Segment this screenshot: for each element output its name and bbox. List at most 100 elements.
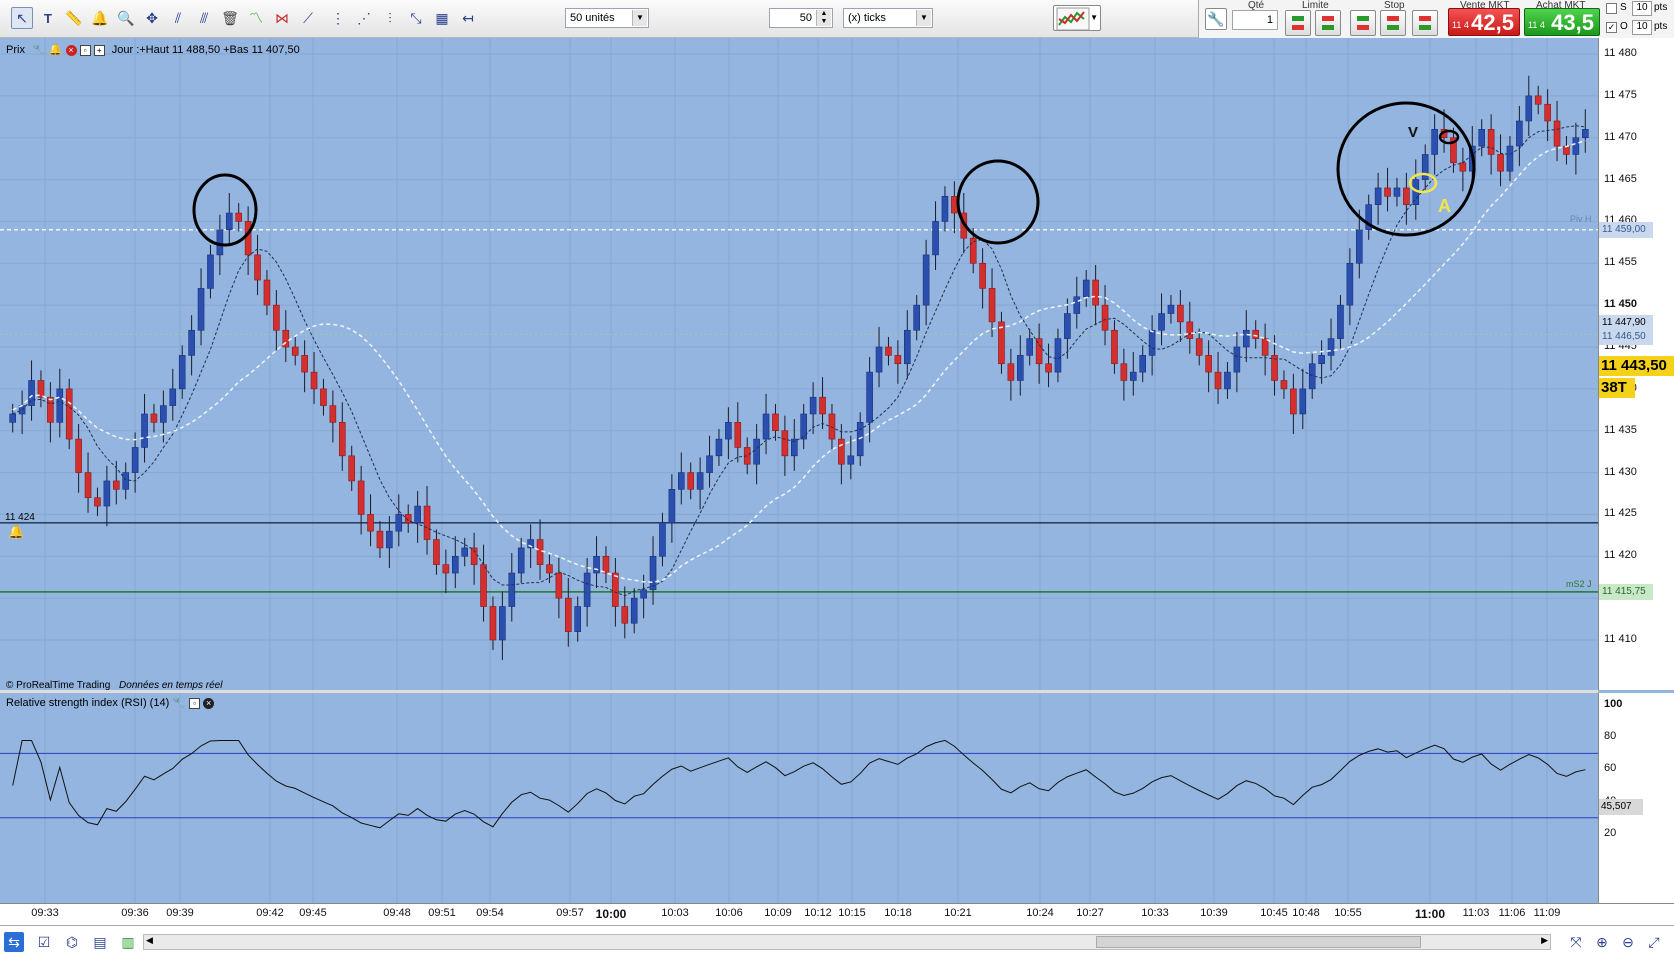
time-tick-label: 11:06 xyxy=(1498,907,1526,919)
horizontal-scrollbar[interactable]: ◀ ▶ xyxy=(143,934,1551,950)
stop-sell-button[interactable] xyxy=(1380,10,1406,36)
stop-checkbox[interactable] xyxy=(1606,3,1617,14)
candle-up xyxy=(677,472,685,490)
checklist-icon[interactable]: ☑ xyxy=(34,932,54,952)
line-tool-icon[interactable]: ⫻ xyxy=(193,7,215,29)
panel-splitter[interactable] xyxy=(0,690,1598,693)
zoom-out-icon[interactable]: ⊖ xyxy=(1618,932,1638,952)
fibonacci-icon[interactable]: ⫶ xyxy=(379,7,401,29)
time-tick-label: 10:21 xyxy=(944,907,972,919)
price-tick-label: 11 420 xyxy=(1604,549,1637,562)
expand-icon[interactable]: ⤢ xyxy=(1644,932,1664,952)
scroll-left-icon[interactable]: ◀ xyxy=(146,935,153,946)
wrench-icon[interactable]: 🔧 xyxy=(1205,8,1227,30)
text-icon[interactable]: T xyxy=(37,7,59,29)
candle-up xyxy=(160,405,167,423)
bell-icon[interactable]: 🔔 xyxy=(49,44,63,56)
candle-down xyxy=(546,564,553,574)
level-marker: 11 446,50 xyxy=(1599,329,1653,345)
candle-down xyxy=(329,405,337,423)
trash-icon[interactable]: 🗑 xyxy=(219,7,241,29)
price-tick-label: 11 410 xyxy=(1604,633,1637,645)
stepper-icon[interactable]: ▲ ▼ xyxy=(816,10,831,26)
time-tick-label: 09:57 xyxy=(556,907,584,919)
candle-up xyxy=(1167,304,1175,314)
pattern-icon[interactable]: 〽 xyxy=(245,7,267,29)
share-icon[interactable]: ⇆ xyxy=(4,932,24,952)
chevron-down-icon[interactable]: ▼ xyxy=(1090,13,1098,22)
expand-icon[interactable]: + xyxy=(93,45,105,56)
chevron-down-icon[interactable]: ▼ xyxy=(916,10,931,26)
grid-icon[interactable]: ▦ xyxy=(431,7,453,29)
pointer-icon[interactable]: ↖ xyxy=(11,7,33,29)
stop-buy-button[interactable] xyxy=(1350,10,1376,36)
price-tick-label: 11 470 xyxy=(1604,130,1637,143)
pattern-icon[interactable]: ⋈ xyxy=(271,7,293,29)
candle-down xyxy=(320,388,327,406)
candle-up xyxy=(1158,313,1165,331)
wrench-icon[interactable]: 🔧 xyxy=(32,44,46,56)
scrollbar-thumb[interactable] xyxy=(1096,936,1421,948)
candle-down xyxy=(1290,388,1297,415)
qty-input[interactable]: 1 xyxy=(1232,10,1278,30)
close-icon[interactable]: × xyxy=(65,45,77,56)
chart-type-button[interactable]: ▼ xyxy=(1053,5,1101,31)
candle-down xyxy=(75,438,82,473)
stop-points-input[interactable]: 10 xyxy=(1632,1,1652,16)
candle-up xyxy=(9,413,17,423)
alert-bell-icon[interactable]: 🔔 xyxy=(8,524,24,540)
list-icon[interactable]: ▤ xyxy=(90,932,110,952)
restore-icon[interactable]: ▫ xyxy=(79,45,91,56)
price-tick-label: 11 430 xyxy=(1604,465,1637,478)
pan-icon[interactable]: ✥ xyxy=(141,7,163,29)
objective-checkbox[interactable]: ✓ xyxy=(1606,22,1617,33)
scroll-right-icon[interactable]: ▶ xyxy=(1541,935,1548,946)
time-tick-label: 10:55 xyxy=(1334,907,1362,919)
limit-buy-button[interactable] xyxy=(1285,10,1311,36)
candle-up xyxy=(922,254,930,306)
candle-up xyxy=(1431,129,1438,155)
candle-up xyxy=(574,606,582,632)
units-select[interactable]: 50 unités ▼ xyxy=(565,8,649,28)
buy-market-button[interactable]: 11 4 43,5 xyxy=(1524,8,1600,36)
candle-up xyxy=(809,396,817,415)
candle-up xyxy=(913,304,921,331)
trendline-icon[interactable]: ⟋ xyxy=(297,7,319,29)
pattern-icon[interactable]: ⤡ xyxy=(405,7,427,29)
candle-up xyxy=(903,329,911,365)
zoom-in-icon[interactable]: ⊕ xyxy=(1592,932,1612,952)
candle-down xyxy=(1497,154,1504,172)
candle-down xyxy=(1403,187,1410,205)
wrench-icon[interactable]: 🔧 xyxy=(172,697,186,709)
zoom-icon[interactable]: 🔍 xyxy=(115,7,137,29)
chart-canvas[interactable] xyxy=(0,38,1598,903)
chart-list-icon[interactable]: ▥ xyxy=(118,932,138,952)
tick-unit-select[interactable]: (x) ticks ▼ xyxy=(843,8,933,28)
sell-market-button[interactable]: 11 4 42,5 xyxy=(1448,8,1520,36)
annotation-a: A xyxy=(1438,196,1451,216)
candle-down xyxy=(291,346,299,356)
stop-alt-button[interactable] xyxy=(1412,10,1438,36)
candle-down xyxy=(781,430,789,457)
objective-points-input[interactable]: 10 xyxy=(1632,20,1652,35)
candle-up xyxy=(225,212,233,231)
cursor-icon[interactable]: ⤧ xyxy=(1566,932,1586,952)
fan-icon[interactable]: ⋰ xyxy=(353,7,375,29)
candle-up xyxy=(207,254,214,289)
restore-icon[interactable]: ▫ xyxy=(189,698,201,709)
candle-down xyxy=(367,514,374,532)
candle-up xyxy=(715,438,723,457)
candle-up xyxy=(517,547,525,574)
alert-bell-icon[interactable]: 🔔 xyxy=(89,7,111,29)
candle-down xyxy=(687,472,695,490)
line-tool-icon[interactable]: ⫽ xyxy=(167,7,189,29)
arrow-icon[interactable]: ↤ xyxy=(457,7,479,29)
ruler-icon[interactable]: 📏 xyxy=(63,7,85,29)
close-icon[interactable]: × xyxy=(203,698,215,709)
chevron-down-icon[interactable]: ▼ xyxy=(632,10,647,26)
piv-h-marker: 11 459,00 xyxy=(1599,222,1653,238)
tick-count-input[interactable]: 50 ▲ ▼ xyxy=(769,8,833,28)
vertical-line-icon[interactable]: ⋮ xyxy=(327,7,349,29)
glasses-icon[interactable]: ⌬ xyxy=(62,932,82,952)
limit-sell-button[interactable] xyxy=(1315,10,1341,36)
